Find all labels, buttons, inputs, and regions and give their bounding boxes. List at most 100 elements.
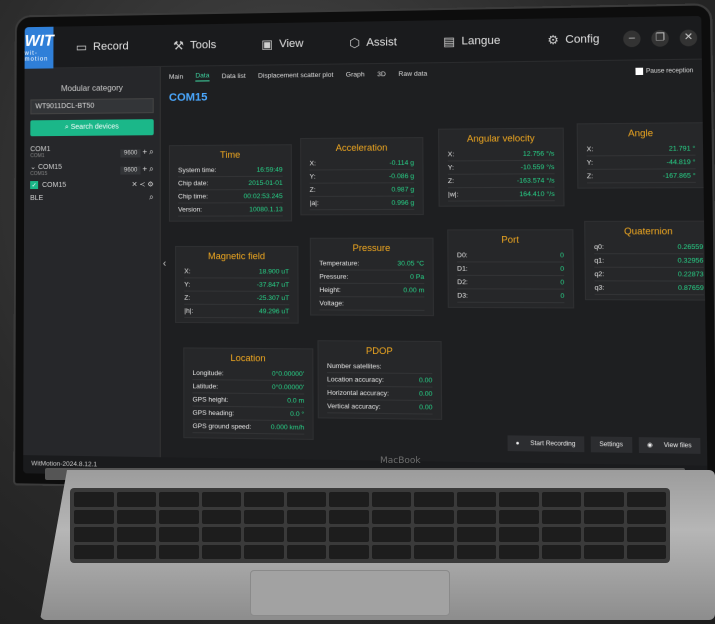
brand-label: MacBook [380, 456, 421, 466]
port-name: COM15 [37, 163, 63, 172]
add-icon[interactable]: + [142, 147, 147, 156]
menu-view[interactable]: ▣ View [239, 36, 327, 51]
keyboard-key [244, 492, 284, 507]
field-label: |h|: [184, 307, 194, 315]
field-value: 30.05 °C [397, 259, 425, 268]
tab-raw-data[interactable]: Raw data [398, 70, 427, 78]
keyboard-key [116, 527, 156, 542]
view-files-label: View files [659, 440, 697, 452]
magnetic-row: X: 18.900 uT [184, 265, 290, 279]
device-row[interactable]: ✓ COM15 ✕ ≺ ⚙ [30, 180, 154, 190]
ble-label: BLE [30, 194, 44, 202]
field-value: -163.574 °/s [516, 176, 555, 185]
menu-tools[interactable]: ⚒ Tools [151, 37, 239, 52]
location-card: Location Longitude: 0°0.00000' Latitude: 0°0… [183, 347, 314, 440]
menu-record[interactable]: ▭ Record [54, 39, 151, 54]
ble-row[interactable]: BLE ⌕ [30, 193, 154, 203]
tab-3d[interactable]: 3D [377, 71, 386, 78]
field-label: Z: [447, 177, 455, 185]
angle-row: Z: -167.865 ° [586, 169, 696, 184]
field-value: 0.0 ° [290, 410, 305, 418]
keyboard-key [499, 527, 539, 542]
keyboard-key [201, 509, 241, 524]
field-value: 10080.1.13 [249, 205, 283, 213]
device-name: COM15 [42, 181, 67, 189]
keyboard-key [456, 492, 496, 507]
keyboard-key [159, 544, 199, 559]
field-label: Version: [178, 205, 203, 214]
field-label: X: [586, 145, 594, 153]
angular-title: Angular velocity [466, 133, 535, 144]
angular-row: X: 12.756 °/s [447, 147, 555, 162]
location-title: Location [230, 352, 266, 364]
menu-assist[interactable]: ⬡ Assist [326, 34, 420, 50]
angle-title: Angle [628, 127, 654, 139]
model-select[interactable]: WT9011DCL-BT50 [30, 98, 154, 115]
field-label: q1: [594, 256, 605, 265]
field-value: 0.32956 [677, 256, 704, 265]
field-label: D0: [456, 251, 468, 259]
field-label: GPS height: [192, 395, 229, 404]
search-devices-button[interactable]: ⌕ Search devices [30, 119, 154, 137]
field-label: Number satellites: [326, 362, 382, 371]
baud-select[interactable]: 9600 [120, 166, 141, 175]
quaternion-card: Quaternion q0: 0.26559 q1: 0.32956 q2: 0.22873… [584, 220, 708, 301]
maximize-icon[interactable]: ❐ [651, 29, 669, 47]
keyboard-key [286, 509, 326, 524]
keyboard-key [329, 509, 369, 524]
add-icon[interactable]: + [142, 164, 147, 173]
angle-row: Y: -44.819 ° [586, 155, 696, 170]
keyboard-key [456, 509, 496, 524]
pause-reception[interactable]: Pause reception [635, 67, 694, 76]
keyboard-key [286, 544, 326, 559]
device-action-icons[interactable]: ✕ ≺ ⚙ [132, 180, 154, 188]
settings-button[interactable]: Settings [590, 436, 632, 453]
search-icon[interactable]: ⌕ [149, 193, 154, 203]
field-value: 0.0 m [287, 396, 305, 405]
keyboard-key [626, 544, 666, 559]
search-icon[interactable]: ⌕ [149, 164, 154, 173]
baud-select[interactable]: 9600 [120, 148, 141, 158]
tab-graph[interactable]: Graph [346, 71, 365, 78]
menu-langue[interactable]: ▤ Langue [420, 33, 524, 49]
port-row-com15[interactable]: ⌄ COM15 COM15 9600 + ⌕ [30, 162, 154, 177]
pause-label: Pause reception [645, 67, 694, 75]
field-label: q2: [594, 270, 605, 278]
time-row: Chip date: 2015-01-01 [178, 176, 283, 191]
start-recording-button[interactable]: ● Start Recording [506, 435, 585, 453]
field-value: 12.756 °/s [522, 149, 555, 158]
keyboard-key [116, 492, 156, 507]
magnetic-card: Magnetic field X: 18.900 uT Y: -37.847 uT Z: -… [175, 245, 299, 324]
field-value: -0.086 g [388, 172, 415, 180]
minimize-icon[interactable]: – [623, 29, 641, 47]
close-icon[interactable]: ✕ [679, 29, 698, 46]
field-label: Horizontal accuracy: [327, 389, 389, 397]
keyboard-key [541, 527, 581, 542]
search-icon[interactable]: ⌕ [149, 147, 154, 156]
time-row: Chip time: 00:02:53.245 [178, 189, 283, 204]
field-value: 21.791 ° [668, 144, 696, 153]
port-row-com1[interactable]: COM1 COM1 9600 + ⌕ [30, 145, 153, 159]
field-label: GPS heading: [192, 409, 235, 417]
field-value: 0 [560, 251, 564, 259]
view-files-button[interactable]: ◉ View files [638, 437, 701, 454]
keyboard-key [584, 509, 624, 524]
field-value: -167.865 ° [662, 171, 696, 180]
checkbox-icon[interactable]: ✓ [30, 181, 39, 190]
keyboard-key [159, 527, 199, 542]
tab-data[interactable]: Data [195, 72, 210, 82]
tab-displacement[interactable]: Displacement scatter plot [258, 72, 333, 80]
acceleration-row: |a|: 0.996 g [309, 196, 415, 211]
tab-main[interactable]: Main [169, 74, 183, 81]
port-row: D0: 0 [456, 249, 565, 263]
pause-checkbox[interactable] [635, 67, 643, 76]
field-value: 0.00 m [403, 286, 425, 294]
data-cards: Time System time: 16:59:49 Chip date: 2015-0… [168, 105, 708, 440]
field-value: 0.996 g [391, 199, 415, 207]
keyboard-key [371, 527, 411, 542]
keyboard-key [74, 527, 114, 542]
chevron-left-icon[interactable]: ‹ [163, 258, 166, 269]
field-label: Z: [184, 294, 191, 302]
menu-config[interactable]: ⚙ Config [524, 31, 624, 47]
tab-data-list[interactable]: Data list [222, 73, 246, 80]
